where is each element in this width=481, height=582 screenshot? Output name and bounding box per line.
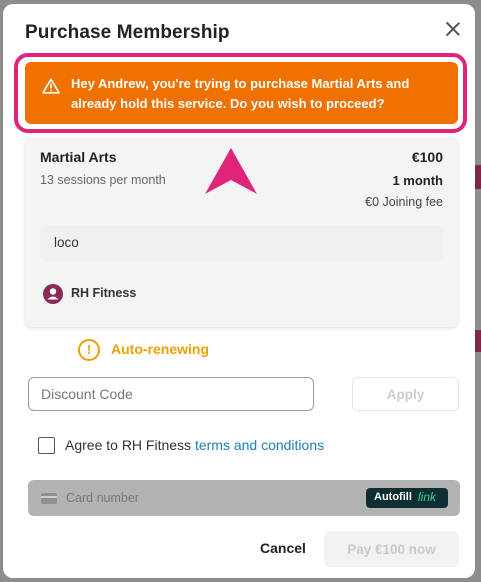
autofill-label: Autofill <box>374 491 412 503</box>
card-number-placeholder: Card number <box>66 491 139 505</box>
auto-renewing-label: Auto-renewing <box>111 341 209 357</box>
link-logo: link <box>418 490 437 504</box>
plan-description: loco <box>54 235 79 250</box>
backdrop-strip <box>475 165 481 189</box>
agree-terms-label: Agree to RH Fitness terms and conditions <box>65 437 324 453</box>
backdrop-strip <box>475 330 481 352</box>
agree-terms-checkbox[interactable] <box>38 437 55 454</box>
plan-name: Martial Arts <box>40 149 117 165</box>
cancel-button[interactable]: Cancel <box>251 533 315 563</box>
close-icon[interactable] <box>444 20 462 38</box>
pay-now-button[interactable]: Pay €100 now <box>324 531 459 567</box>
plan-sessions: 13 sessions per month <box>40 173 166 187</box>
card-number-field[interactable]: Card number Autofill link <box>28 480 460 516</box>
credit-card-icon <box>41 493 57 504</box>
user-icon <box>47 288 59 300</box>
gym-avatar <box>43 284 63 304</box>
apply-discount-button[interactable]: Apply <box>352 377 459 411</box>
agree-terms-prefix: Agree to RH Fitness <box>65 437 195 453</box>
plan-period: 1 month <box>392 173 443 188</box>
auto-renew-info-icon: ! <box>78 339 100 361</box>
discount-code-input[interactable] <box>28 377 314 411</box>
autofill-link-button[interactable]: Autofill link <box>366 488 448 508</box>
plan-price: €100 <box>411 149 443 165</box>
gym-name: RH Fitness <box>71 286 137 300</box>
joining-fee: €0 Joining fee <box>365 195 443 209</box>
terms-link[interactable]: terms and conditions <box>195 437 324 453</box>
annotation-highlight-box <box>14 53 467 133</box>
annotation-arrow-icon <box>205 148 257 194</box>
purchase-membership-modal: Purchase Membership Hey Andrew, you're t… <box>3 4 475 578</box>
modal-title: Purchase Membership <box>25 22 230 43</box>
plan-description-box: loco <box>40 225 443 261</box>
